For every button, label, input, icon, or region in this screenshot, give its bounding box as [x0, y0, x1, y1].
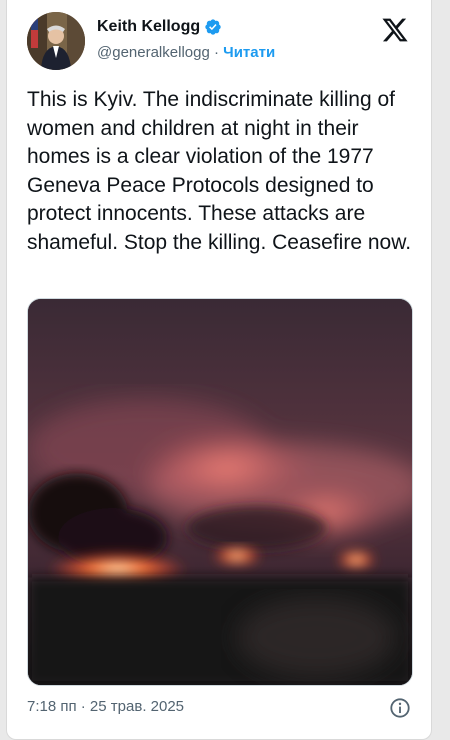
follow-link[interactable]: Читати — [223, 44, 275, 61]
author-handle[interactable]: @generalkellogg — [97, 44, 210, 61]
tweet-header: Keith Kellogg @generalkellogg · Читати — [27, 12, 427, 72]
handle-line: @generalkellogg · Читати — [97, 44, 275, 61]
tweet-text: This is Kyiv. The indiscriminate killing… — [27, 88, 412, 254]
tweet-photo[interactable] — [27, 298, 413, 686]
x-logo-icon[interactable] — [381, 16, 409, 44]
tweet-card: Keith Kellogg @generalkellogg · Читати T… — [6, 0, 432, 740]
separator-dot: · — [213, 44, 219, 61]
tweet-timestamp[interactable]: 7:18 пп · 25 трав. 2025 — [27, 698, 184, 715]
info-icon[interactable] — [389, 697, 411, 719]
author-name[interactable]: Keith Kellogg — [97, 18, 200, 36]
author-name-row: Keith Kellogg — [97, 18, 222, 36]
author-avatar[interactable] — [27, 12, 85, 70]
verified-badge-icon — [204, 18, 222, 36]
